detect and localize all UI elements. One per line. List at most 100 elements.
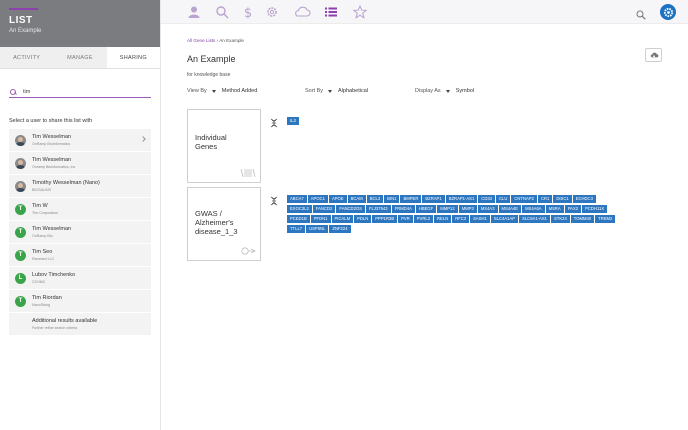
user-result[interactable]: T Tim Wesselman OnRamp Bio (9, 221, 151, 244)
user-result[interactable]: T Tim Riordan NanoString (9, 290, 151, 313)
method-card-gwas[interactable]: GWAS / Alzheimer's disease_1_3 (187, 187, 261, 261)
breadcrumb-root[interactable]: All Gene Lists (187, 38, 215, 43)
user-org: Onramp Bioinformatics, Inc (32, 165, 76, 169)
gene-chip[interactable]: TOMM40 (570, 215, 595, 223)
additional-results-title: Additional results available (32, 318, 98, 324)
gene-chip[interactable]: USP6NL (306, 225, 329, 233)
gene-chip[interactable]: BMPER (400, 195, 422, 203)
gene-chip[interactable]: RELN (434, 215, 452, 223)
user-name: Tim Wesselman (32, 157, 72, 163)
gene-chip[interactable]: FRMD4A (391, 205, 415, 213)
settings-gear-button[interactable] (660, 4, 676, 20)
gene-chip[interactable]: PCDH11X (582, 205, 608, 213)
gene-chip[interactable]: STK24 (550, 215, 570, 223)
user-result[interactable]: L Lubov Timchenko CCHMC (9, 267, 151, 290)
gene-chip[interactable]: PCED1B (287, 215, 310, 223)
star-icon[interactable] (352, 4, 368, 19)
user-name: Tim Wesselman (32, 226, 72, 232)
gene-chip[interactable]: TREM2 (595, 215, 616, 223)
gene-chip[interactable]: FLJ37543 (365, 205, 391, 213)
gene-chip[interactable]: MS4A4E (498, 205, 522, 213)
user-result[interactable]: Timothy Wesselman (Nano) BIOSALINS (9, 175, 151, 198)
user-name: Lubov Timchenko (32, 272, 76, 278)
gene-chip[interactable]: PVRL2 (413, 215, 434, 223)
tab-bar: ACTIVITY MANAGE SHARING (0, 47, 160, 69)
gene-chip[interactable]: HBEGF (415, 205, 437, 213)
gene-chip[interactable]: SASH1 (470, 215, 490, 223)
user-result[interactable]: Tim Wesselman Onramp Bioinformatics, Inc (9, 152, 151, 175)
user-name: Timothy Wesselman (Nano) (32, 180, 100, 186)
gene-chip[interactable]: SLC4A1AP (490, 215, 519, 223)
tab-sharing[interactable]: SHARING (106, 47, 160, 68)
gene-chip[interactable]: MS4A6A (522, 205, 545, 213)
sort-by-value: Alphabetical (338, 88, 369, 94)
gene-chip[interactable]: BZRAP1 (422, 195, 445, 203)
method-card-title: GWAS / Alzheimer's disease_1_3 (195, 209, 238, 236)
gene-chip[interactable]: MMP12 (437, 205, 458, 213)
gene-chip[interactable]: APOE (328, 195, 347, 203)
gene-chip[interactable]: PAX2 (564, 205, 582, 213)
gene-chip[interactable]: BZRAP1-AS1 (445, 195, 478, 203)
user-search-input[interactable] (23, 88, 143, 95)
gear-icon[interactable] (265, 5, 279, 19)
gene-chip[interactable]: ZNF224 (329, 225, 351, 233)
gene-chip[interactable]: TTLL7 (287, 225, 306, 233)
user-result[interactable]: T Tim Seo Rammed LLC (9, 244, 151, 267)
gene-chip[interactable]: CD33 (478, 195, 496, 203)
user-org: The Corporation (32, 211, 58, 215)
gene-chip[interactable]: SLC8A1-AS1 (519, 215, 550, 223)
gene-list-gwas: ABCA7 APOC1 APOE BCAM BCL3 BIN1 BMPER BZRAP1 BZR… (287, 195, 617, 233)
method-title-line: Alzheimer's (195, 218, 234, 227)
gene-chip[interactable]: EXOC3L2 (287, 205, 312, 213)
gene-chip[interactable]: FANCD2 (312, 205, 336, 213)
dollar-icon[interactable]: $ (241, 5, 255, 21)
gene-chip[interactable]: PVR (398, 215, 413, 223)
gene-chip[interactable]: MMP3 (458, 205, 477, 213)
gene-chip[interactable]: RFC3 (452, 215, 470, 223)
gene-chip[interactable]: BCL3 (366, 195, 384, 203)
user-result[interactable]: T Tim W The Corporation (9, 198, 151, 221)
gene-chip[interactable]: BIN1 (384, 195, 400, 203)
select-user-label: Select a user to share this list with (9, 118, 93, 124)
list-title: LIST (9, 15, 33, 26)
user-result[interactable]: Tim Wesselman OnRamp BioInformatics (9, 129, 151, 152)
sort-by-select[interactable]: Sort By Alphabetical (305, 88, 368, 94)
user-icon[interactable] (187, 5, 201, 19)
gene-chip[interactable]: MSRA (545, 205, 564, 213)
avatar: T (15, 203, 26, 215)
gene-chip[interactable]: IL3 (287, 117, 299, 125)
tab-activity[interactable]: ACTIVITY (0, 47, 53, 68)
list-icon[interactable] (324, 5, 338, 19)
gene-chip[interactable]: ABCA7 (287, 195, 307, 203)
user-search (9, 86, 151, 98)
view-by-select[interactable]: View By Method Added (187, 88, 257, 94)
gene-chip[interactable]: PICALM (331, 215, 354, 223)
cloud-icon[interactable] (293, 5, 311, 19)
gene-chip[interactable]: MS4A3 (477, 205, 498, 213)
gear-icon (663, 7, 673, 17)
search-icon[interactable] (215, 5, 229, 19)
method-card-individual-genes[interactable]: Individual Genes (187, 109, 261, 183)
user-results-list: Tim Wesselman OnRamp BioInformatics Tim W… (9, 129, 151, 336)
main-content: All Gene Lists › An Example An Example f… (161, 24, 688, 430)
gene-chip[interactable]: FANCD2OS (336, 205, 365, 213)
display-as-select[interactable]: Display As Symbol (415, 88, 474, 94)
global-search-icon[interactable] (636, 7, 646, 20)
user-org: OnRamp Bio (32, 234, 53, 238)
gene-chip[interactable]: CNTNAP2 (511, 195, 537, 203)
gene-chip[interactable]: PFDN1 (310, 215, 331, 223)
method-title-line: disease_1_3 (195, 227, 238, 236)
gene-chip[interactable]: APOC1 (307, 195, 328, 203)
gene-chip[interactable]: PPP1R3B (372, 215, 398, 223)
cloud-download-button[interactable] (645, 48, 662, 62)
gene-chip[interactable]: BCAM (347, 195, 366, 203)
gene-chip[interactable]: CR1 (537, 195, 553, 203)
method-card-title: Individual Genes (195, 133, 227, 151)
user-org: OnRamp BioInformatics (32, 142, 71, 146)
gene-chip[interactable]: CLU (496, 195, 511, 203)
tab-manage[interactable]: MANAGE (53, 47, 106, 68)
avatar: T (15, 226, 26, 238)
gene-chip[interactable]: ECHDC3 (572, 195, 596, 203)
gene-chip[interactable]: DISC1 (553, 195, 572, 203)
gene-chip[interactable]: PDLN (354, 215, 372, 223)
